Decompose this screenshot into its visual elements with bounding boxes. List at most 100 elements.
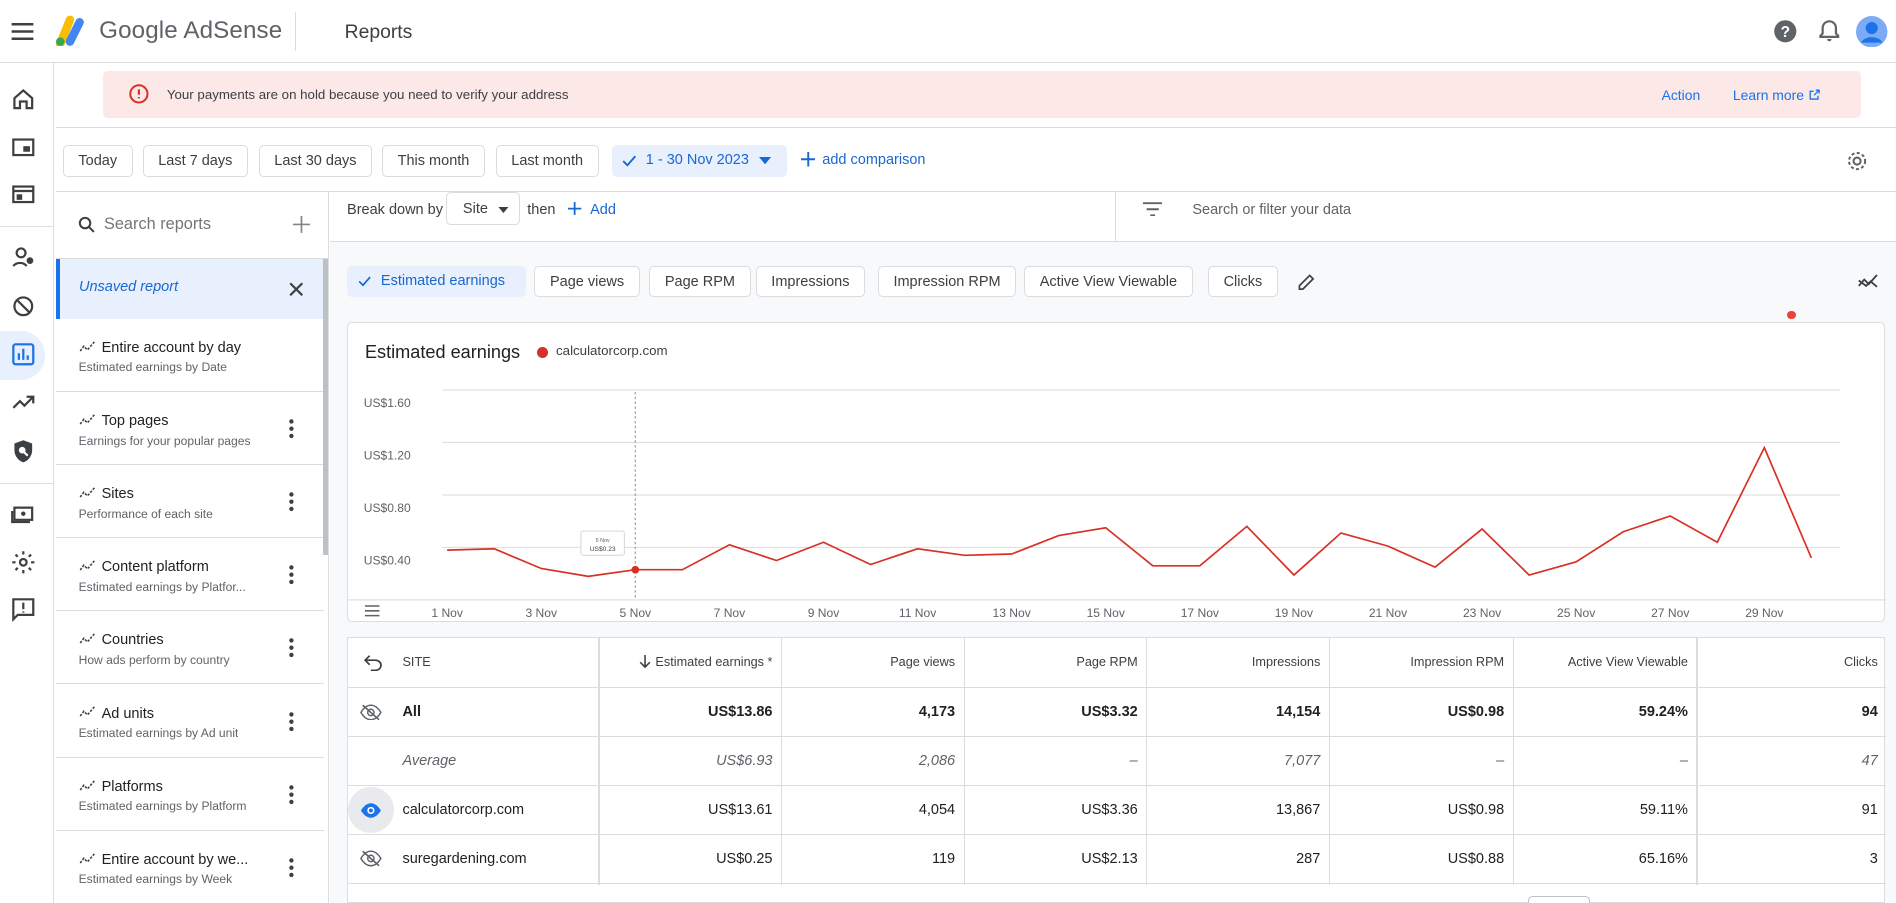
payments-icon[interactable] xyxy=(10,501,37,528)
learn-more-link[interactable]: Learn more xyxy=(1733,87,1821,103)
report-item[interactable]: Entire account by we... Estimated earning… xyxy=(55,831,325,903)
more-vert-icon[interactable] xyxy=(289,785,294,804)
column-header-clicks[interactable]: Clicks xyxy=(1696,638,1886,688)
column-header-page-rpm[interactable]: Page RPM xyxy=(964,638,1147,688)
report-item-title: Sites xyxy=(101,486,134,503)
home-icon[interactable] xyxy=(10,86,37,113)
column-divider xyxy=(1146,638,1148,885)
more-vert-icon[interactable] xyxy=(289,565,294,585)
table-row: calculatorcorp.com US$13.61 4,054 US$3.36 13… xyxy=(348,786,1887,836)
more-vert-icon[interactable] xyxy=(289,638,294,658)
metric-chip-impression-rpm[interactable]: Impression RPM xyxy=(877,266,1017,298)
site-cell[interactable]: calculatorcorp.com xyxy=(348,786,598,836)
more-vert-icon[interactable] xyxy=(289,858,294,878)
metric-chip-page-views[interactable]: Page views xyxy=(534,266,640,298)
filter-icon[interactable] xyxy=(1142,202,1163,217)
notifications-icon[interactable] xyxy=(1816,18,1843,45)
panel-scrollbar[interactable] xyxy=(322,258,328,556)
report-item[interactable]: Content platform Estimated earnings by Pl… xyxy=(55,539,325,612)
earnings-line-chart[interactable]: US$1.60 US$1.20 US$0.80 US$0.40 1 Nov 3 Nov 5 … xyxy=(348,323,1887,623)
tooltip-date: 5 Nov xyxy=(596,538,610,544)
feedback-icon[interactable] xyxy=(10,596,37,623)
policy-center-icon[interactable] xyxy=(10,438,37,465)
impression-rpm-cell: US$0.88 xyxy=(1447,850,1505,867)
breakdown-dimension-select[interactable]: Site xyxy=(446,192,520,225)
date-range-label: 1 - 30 Nov 2023 xyxy=(645,152,749,169)
unsaved-report-label: Unsaved report xyxy=(78,279,179,296)
column-header-impression-rpm[interactable]: Impression RPM xyxy=(1329,638,1513,688)
account-avatar-icon[interactable] xyxy=(1856,15,1888,48)
x-tick-label: 9 Nov xyxy=(808,606,840,620)
sites-icon[interactable] xyxy=(10,134,37,161)
report-item[interactable]: Countries How ads perform by country xyxy=(55,612,325,685)
chart-table-toggle-icon[interactable] xyxy=(364,604,380,617)
edit-pencil-icon[interactable] xyxy=(1296,272,1317,293)
metric-chip-page-rpm[interactable]: Page RPM xyxy=(649,266,751,298)
pagination-control[interactable] xyxy=(1528,895,1590,903)
search-icon xyxy=(79,217,96,233)
preset-last-month-button[interactable]: Last month xyxy=(495,145,599,177)
optimization-icon[interactable] xyxy=(10,389,37,416)
menu-icon[interactable] xyxy=(8,17,37,46)
report-item[interactable]: Top pages Earnings for your popular pages xyxy=(55,392,325,465)
more-vert-icon[interactable] xyxy=(289,711,294,731)
search-reports-input[interactable] xyxy=(103,215,262,235)
add-comparison-button[interactable]: add comparison xyxy=(800,152,925,168)
date-range-picker[interactable]: 1 - 30 Nov 2023 xyxy=(611,145,788,177)
site-cell[interactable]: suregardening.com xyxy=(348,835,598,885)
report-item[interactable]: Sites Performance of each site xyxy=(55,466,325,539)
more-vert-icon[interactable] xyxy=(289,419,294,439)
preset-today-button[interactable]: Today xyxy=(62,145,133,177)
metric-chip-clicks[interactable]: Clicks xyxy=(1208,266,1278,298)
ads-icon[interactable] xyxy=(10,181,37,208)
add-report-icon[interactable] xyxy=(292,216,310,234)
reports-icon[interactable] xyxy=(10,341,37,368)
metric-chip-impressions[interactable]: Impressions xyxy=(755,266,865,298)
page-rpm-cell: – xyxy=(1129,752,1138,769)
close-icon[interactable] xyxy=(289,282,304,297)
column-header-active-view[interactable]: Active View Viewable xyxy=(1513,638,1697,688)
privacy-messaging-icon[interactable] xyxy=(10,244,37,271)
report-item[interactable]: Entire account by day Estimated earnings … xyxy=(55,319,325,392)
open-in-new-icon xyxy=(1809,89,1820,100)
clicks-cell: 94 xyxy=(1861,703,1878,720)
x-tick-label: 23 Nov xyxy=(1463,606,1501,620)
metric-chip-estimated-earnings[interactable]: Estimated earnings xyxy=(347,266,527,298)
active-view-cell: 59.11% xyxy=(1639,801,1688,818)
alert-action-link[interactable]: Action xyxy=(1662,87,1701,103)
chart-toggle-icon[interactable] xyxy=(1857,272,1879,289)
unsaved-report-item[interactable]: Unsaved report xyxy=(55,258,325,320)
impressions-cell: 13,867 xyxy=(1275,801,1321,818)
undo-icon[interactable] xyxy=(363,654,382,671)
column-header-page-views[interactable]: Page views xyxy=(781,638,964,688)
add-breakdown-button[interactable]: Add xyxy=(568,201,616,218)
column-header-earnings[interactable]: Estimated earnings * xyxy=(598,638,781,688)
report-item-subtitle: Estimated earnings by Platform xyxy=(78,799,247,814)
more-vert-icon[interactable] xyxy=(289,492,294,512)
report-item[interactable]: Platforms Estimated earnings by Platform xyxy=(55,758,325,831)
settings-gear-icon[interactable] xyxy=(1845,149,1869,173)
impressions-cell: 287 xyxy=(1296,850,1321,867)
x-tick-label: 15 Nov xyxy=(1087,606,1125,620)
hover-point[interactable] xyxy=(631,565,640,574)
column-header-label: Page RPM xyxy=(1076,655,1138,670)
settings-icon[interactable] xyxy=(10,549,37,576)
preset-this-month-button[interactable]: This month xyxy=(382,145,485,177)
preset-last-30-days-button[interactable]: Last 30 days xyxy=(258,145,373,177)
column-header-impressions[interactable]: Impressions xyxy=(1146,638,1329,688)
adsense-logo-icon xyxy=(56,15,85,46)
report-item-subtitle: Performance of each site xyxy=(78,506,213,521)
filter-search-input[interactable]: Search or filter your data xyxy=(1192,202,1351,218)
column-header-site[interactable]: SITE xyxy=(348,638,598,688)
top-app-bar: Google AdSense Reports ? xyxy=(0,0,1896,63)
help-icon[interactable]: ? xyxy=(1772,18,1799,45)
report-item-subtitle: Estimated earnings by Week xyxy=(78,872,233,887)
report-item[interactable]: Ad units Estimated earnings by Ad unit xyxy=(55,685,325,758)
preset-last-7-days-button[interactable]: Last 7 days xyxy=(142,145,248,177)
brand-name: Google AdSense xyxy=(99,16,283,44)
report-sparkline-icon xyxy=(79,559,95,571)
metric-chip-active-view-viewable[interactable]: Active View Viewable xyxy=(1024,266,1193,298)
report-item-subtitle: Estimated earnings by Platfor... xyxy=(78,579,246,594)
date-range-bar: Today Last 7 days Last 30 days This mont… xyxy=(55,128,1896,193)
blocking-controls-icon[interactable] xyxy=(10,293,37,320)
